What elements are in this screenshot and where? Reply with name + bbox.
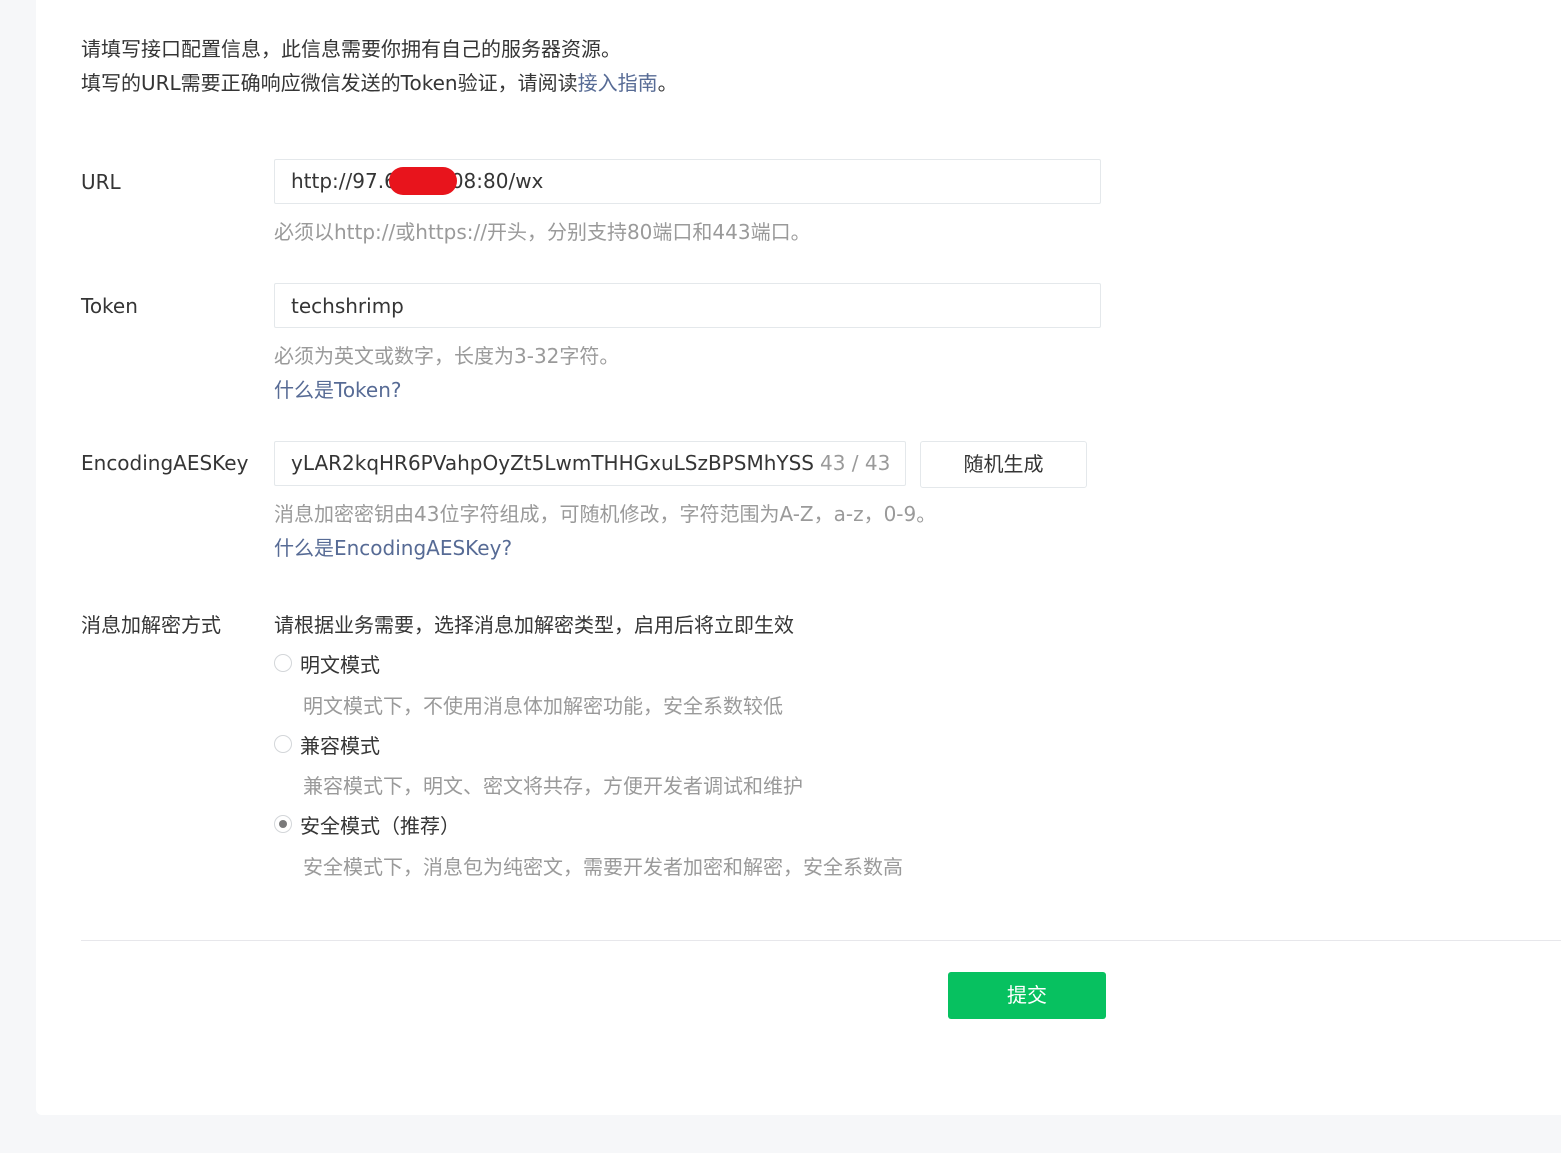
intro-line-1: 请填写接口配置信息，此信息需要你拥有自己的服务器资源。 bbox=[81, 37, 621, 61]
redaction-mark bbox=[388, 166, 457, 195]
config-panel: 请填写接口配置信息，此信息需要你拥有自己的服务器资源。 填写的URL需要正确响应… bbox=[36, 0, 1561, 1115]
aes-key-hint: 消息加密密钥由43位字符组成，可随机修改，字符范围为A-Z，a-z，0-9。 bbox=[274, 502, 937, 526]
what-is-token-link[interactable]: 什么是Token? bbox=[274, 374, 402, 403]
token-label: Token bbox=[81, 294, 138, 318]
intro-line-2: 填写的URL需要正确响应微信发送的Token验证，请阅读接入指南。 bbox=[81, 66, 678, 100]
aes-key-counter: 43 / 43 bbox=[819, 451, 891, 475]
radio-secure-label: 安全模式（推荐） bbox=[300, 813, 460, 838]
compatible-mode-desc: 兼容模式下，明文、密文将共存，方便开发者调试和维护 bbox=[303, 774, 803, 798]
intro-line-2-prefix: 填写的URL需要正确响应微信发送的Token验证，请阅读 bbox=[81, 71, 578, 95]
secure-mode-desc: 安全模式下，消息包为纯密文，需要开发者加密和解密，安全系数高 bbox=[303, 855, 903, 879]
radio-plaintext-label: 明文模式 bbox=[300, 652, 380, 677]
radio-secure-mode[interactable]: 安全模式（推荐） bbox=[274, 811, 460, 838]
token-input[interactable] bbox=[291, 284, 1084, 327]
radio-compatible-mode[interactable]: 兼容模式 bbox=[274, 731, 380, 758]
url-input[interactable]: http://97.6 08:80/wx bbox=[274, 159, 1101, 204]
url-hint: 必须以http://或https://开头，分别支持80端口和443端口。 bbox=[274, 220, 811, 244]
token-field[interactable] bbox=[274, 283, 1101, 328]
radio-compatible-label: 兼容模式 bbox=[300, 733, 380, 758]
url-label: URL bbox=[81, 170, 121, 194]
intro-text: 请填写接口配置信息，此信息需要你拥有自己的服务器资源。 填写的URL需要正确响应… bbox=[81, 32, 678, 100]
what-is-aes-key-link[interactable]: 什么是EncodingAESKey? bbox=[274, 532, 512, 561]
url-value-suffix: 08:80/wx bbox=[450, 169, 544, 193]
access-guide-link[interactable]: 接入指南 bbox=[578, 71, 658, 95]
encryption-mode-description: 请根据业务需要，选择消息加解密类型，启用后将立即生效 bbox=[274, 613, 794, 637]
aes-key-input[interactable]: yLAR2kqHR6PVahpOyZt5LwmTHHGxuLSzBPSMhYSS… bbox=[274, 441, 906, 486]
aes-key-label: EncodingAESKey bbox=[81, 451, 249, 475]
radio-compatible-circle[interactable] bbox=[274, 735, 292, 753]
radio-plaintext-circle[interactable] bbox=[274, 654, 292, 672]
encryption-mode-label: 消息加解密方式 bbox=[81, 613, 221, 637]
intro-line-2-suffix: 。 bbox=[657, 71, 678, 95]
divider bbox=[81, 940, 1561, 941]
radio-plaintext-mode[interactable]: 明文模式 bbox=[274, 650, 380, 677]
radio-secure-circle[interactable] bbox=[274, 815, 292, 833]
plaintext-mode-desc: 明文模式下，不使用消息体加解密功能，安全系数较低 bbox=[303, 694, 783, 718]
token-hint: 必须为英文或数字，长度为3-32字符。 bbox=[274, 344, 620, 368]
url-value-prefix: http://97.6 bbox=[291, 169, 397, 193]
submit-button[interactable]: 提交 bbox=[948, 972, 1106, 1019]
random-generate-button[interactable]: 随机生成 bbox=[920, 441, 1087, 488]
aes-key-value: yLAR2kqHR6PVahpOyZt5LwmTHHGxuLSzBPSMhYSS bbox=[291, 451, 814, 475]
